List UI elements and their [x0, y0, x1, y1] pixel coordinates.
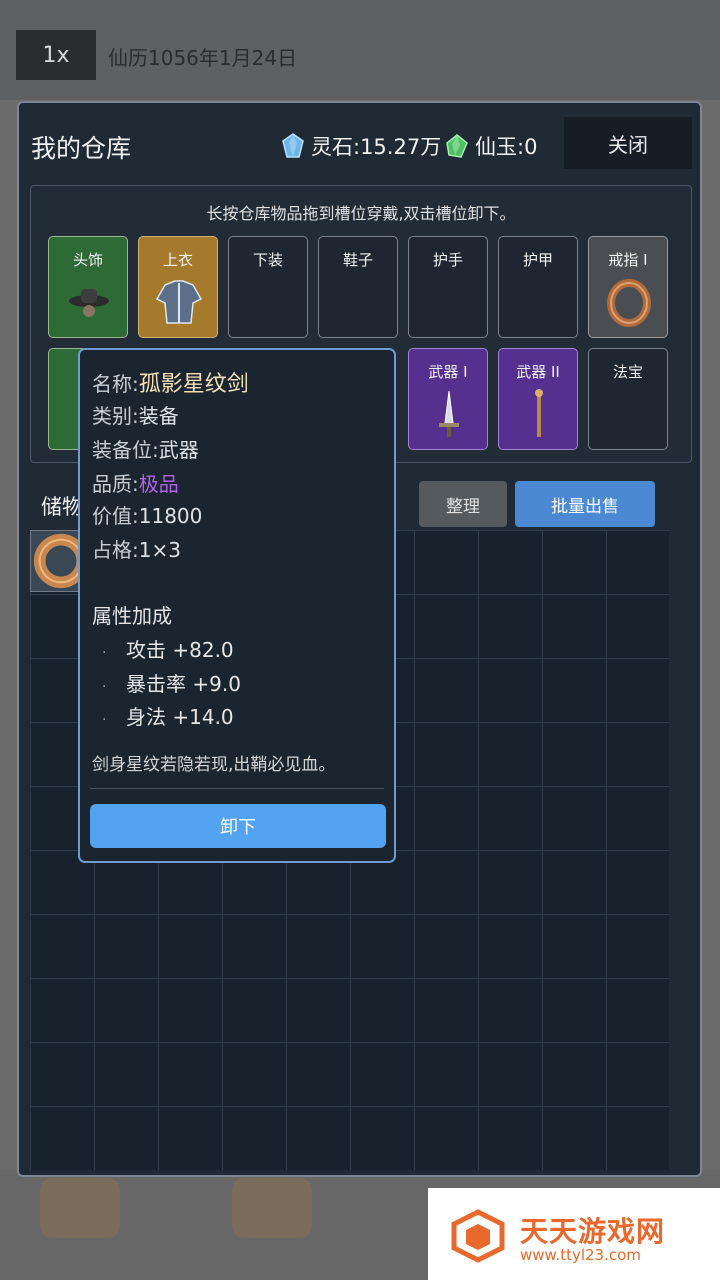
item-value: 11800 — [138, 504, 203, 528]
slot-label: 下装 — [252, 251, 283, 269]
game-date: 仙历1056年1月24日 — [108, 46, 298, 70]
sort-button[interactable]: 整理 — [419, 481, 507, 527]
bullet-icon: · — [102, 679, 107, 695]
attribute-row: · 身法 +14.0 — [102, 701, 234, 730]
attribute-name: 身法 — [126, 705, 166, 729]
slot-weapon-2[interactable]: 武器 II — [498, 348, 578, 450]
spirit-stone-value: 灵石:15.27万 — [311, 135, 442, 159]
attribute-value: +9.0 — [192, 672, 241, 696]
unequip-button[interactable]: 卸下 — [90, 804, 386, 848]
immortal-jade-icon — [446, 134, 468, 158]
slot-weapon-1[interactable]: 武器 I — [408, 348, 488, 450]
item-size: 1×3 — [138, 538, 181, 562]
attribute-row: · 攻击 +82.0 — [102, 634, 234, 663]
immortal-jade-value: 仙玉:0 — [475, 135, 538, 159]
close-button[interactable]: 关闭 — [564, 117, 692, 169]
attribute-row: · 暴击率 +9.0 — [102, 668, 241, 697]
slot-gloves[interactable]: 护手 — [408, 236, 488, 338]
slot-label: 鞋子 — [342, 251, 373, 269]
speed-button[interactable]: 1x — [16, 30, 96, 80]
jacket-icon — [155, 280, 203, 324]
slot-label: 武器 I — [428, 363, 468, 381]
slot-shoes[interactable]: 鞋子 — [318, 236, 398, 338]
item-name: 孤影星纹剑 — [138, 372, 249, 397]
attribute-name: 攻击 — [126, 638, 166, 662]
cauldron-prop-icon — [232, 1178, 312, 1238]
slot-top[interactable]: 上衣 — [138, 236, 218, 338]
scroll-prop-icon — [40, 1178, 120, 1238]
item-slot-row: 装备位:武器 — [92, 434, 199, 463]
slot-bottom[interactable]: 下装 — [228, 236, 308, 338]
watermark-url: www.ttyl23.com — [520, 1246, 641, 1264]
item-slot: 武器 — [158, 438, 199, 462]
slot-treasure[interactable]: 法宝 — [588, 348, 668, 450]
headwear-icon — [69, 289, 109, 317]
attribute-value: +82.0 — [172, 638, 234, 662]
slot-label: 上衣 — [162, 251, 193, 269]
category-label: 类别: — [92, 404, 139, 428]
slot-label: 法宝 — [612, 363, 643, 381]
item-category-row: 类别:装备 — [92, 400, 179, 429]
slot-label: 头饰 — [72, 251, 103, 269]
bulk-sell-button[interactable]: 批量出售 — [515, 481, 655, 527]
item-name-row: 名称:孤影星纹剑 — [92, 366, 249, 398]
slot-label: 护甲 — [522, 251, 553, 269]
sword-icon — [439, 390, 459, 437]
panel-title: 我的仓库 — [31, 134, 132, 163]
watermark-title: 天天游戏网 — [520, 1215, 666, 1248]
storage-label: 储物 — [41, 495, 83, 519]
value-label: 价值: — [92, 504, 139, 528]
size-label: 占格: — [92, 538, 139, 562]
name-label: 名称: — [92, 372, 139, 396]
immortal-jade-display: 仙玉:0 — [445, 131, 537, 161]
quality-label: 品质: — [92, 472, 139, 496]
site-watermark: 天天游戏网 www.ttyl23.com — [428, 1188, 720, 1280]
item-quality: 极品 — [138, 472, 179, 496]
slot-armor[interactable]: 护甲 — [498, 236, 578, 338]
staff-icon — [535, 389, 543, 437]
slot-label: 戒指 I — [608, 251, 648, 269]
bullet-icon: · — [102, 645, 107, 661]
slot-label: 武器 II — [516, 363, 560, 381]
item-size-row: 占格:1×3 — [92, 534, 181, 563]
attributes-title: 属性加成 — [92, 604, 172, 628]
slot-label: 护手 — [432, 251, 463, 269]
tooltip-divider — [90, 788, 384, 789]
bullet-icon: · — [102, 712, 107, 728]
slot-headwear[interactable]: 头饰 — [48, 236, 128, 338]
slot-type-label: 装备位: — [92, 438, 159, 462]
site-logo-icon — [451, 1209, 505, 1263]
item-description: 剑身星纹若隐若现,出鞘必见血。 — [92, 755, 336, 775]
slot-ring-1[interactable]: 戒指 I — [588, 236, 668, 338]
item-value-row: 价值:11800 — [92, 500, 202, 529]
item-quality-row: 品质:极品 — [92, 468, 179, 497]
spirit-stone-display: 灵石:15.27万 — [281, 131, 441, 161]
attribute-value: +14.0 — [172, 705, 234, 729]
ring-icon — [607, 279, 651, 327]
item-category: 装备 — [138, 404, 179, 428]
equip-hint: 长按仓库物品拖到槽位穿戴,双击槽位卸下。 — [206, 204, 516, 223]
item-tooltip: 名称:孤影星纹剑 类别:装备 装备位:武器 品质:极品 价值:11800 占格:… — [78, 348, 396, 863]
spirit-stone-icon — [282, 133, 304, 158]
attribute-name: 暴击率 — [126, 672, 186, 696]
